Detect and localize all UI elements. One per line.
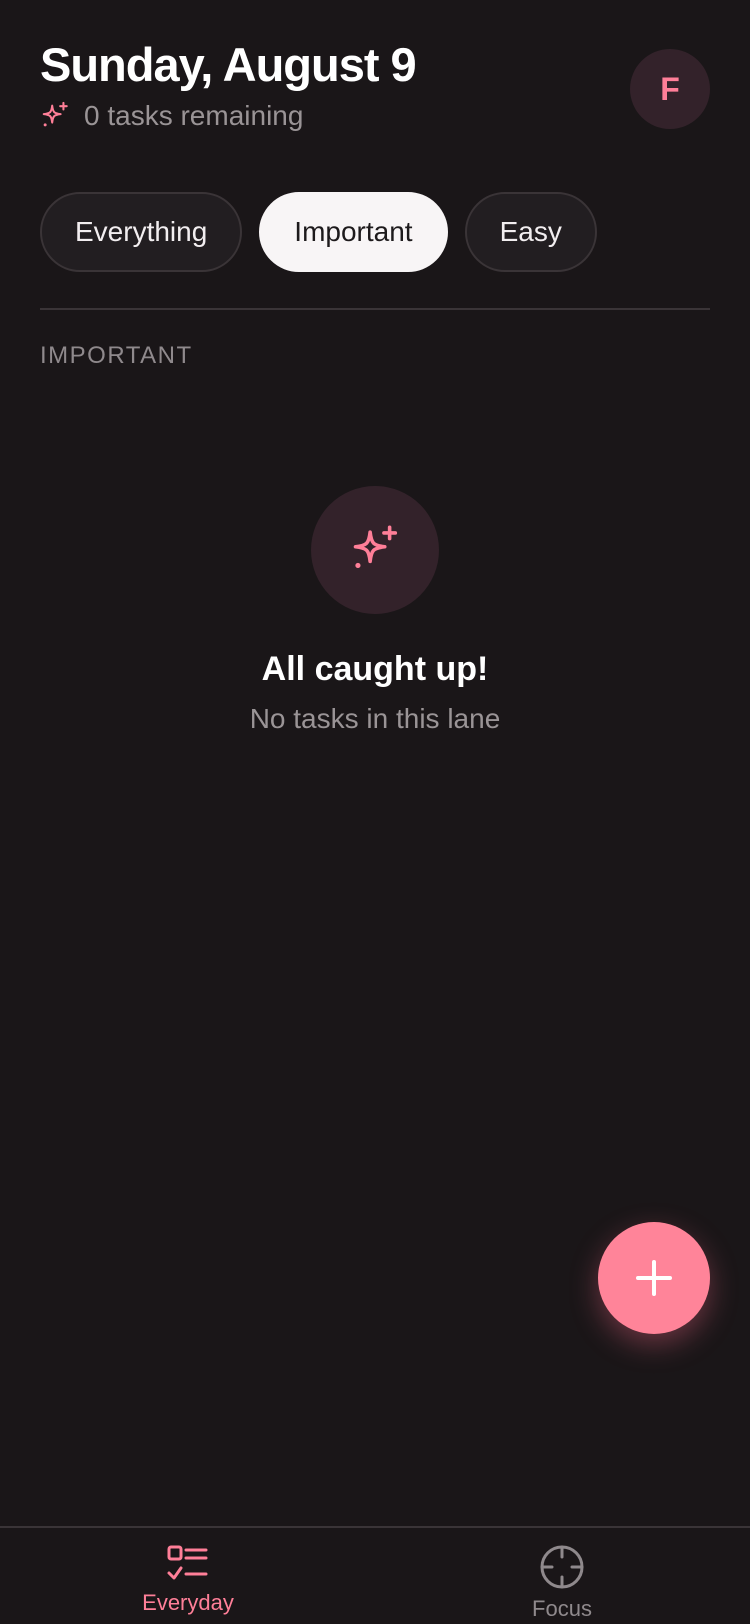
nav-label-everyday: Everyday — [142, 1590, 234, 1615]
tasks-remaining: 0 tasks remaining — [40, 100, 710, 132]
nav-item-everyday[interactable]: Everyday — [88, 1544, 288, 1616]
crosshair-icon — [540, 1545, 584, 1589]
header: Sunday, August 9 0 tasks remaining — [40, 36, 710, 132]
section-label: IMPORTANT — [40, 342, 193, 369]
page-title: Sunday, August 9 — [40, 38, 417, 91]
sparkle-icon — [42, 101, 68, 127]
checklist-icon — [167, 1545, 208, 1580]
nav-label-focus: Focus — [532, 1596, 592, 1621]
tasks-remaining-label: 0 tasks remaining — [84, 100, 304, 131]
filter-chips: Everything Important Easy — [40, 192, 597, 272]
filter-chip-important[interactable]: Important — [259, 192, 448, 272]
add-task-button[interactable] — [598, 1222, 710, 1334]
filter-chip-easy[interactable]: Easy — [464, 192, 597, 272]
filter-chip-everything[interactable]: Everything — [40, 192, 243, 272]
plus-icon — [636, 1260, 672, 1296]
divider — [40, 308, 710, 310]
empty-state-badge — [311, 486, 439, 614]
empty-state: All caught up! No tasks in this lane — [0, 486, 750, 735]
nav-item-focus[interactable]: Focus — [462, 1544, 662, 1622]
bottom-nav: Everyday Focus — [0, 1526, 750, 1624]
empty-state-title: All caught up! — [261, 650, 489, 688]
avatar-initial: F — [660, 70, 680, 107]
avatar[interactable]: F — [630, 49, 710, 129]
empty-state-subtitle: No tasks in this lane — [249, 703, 501, 734]
sparkle-icon — [353, 525, 398, 569]
